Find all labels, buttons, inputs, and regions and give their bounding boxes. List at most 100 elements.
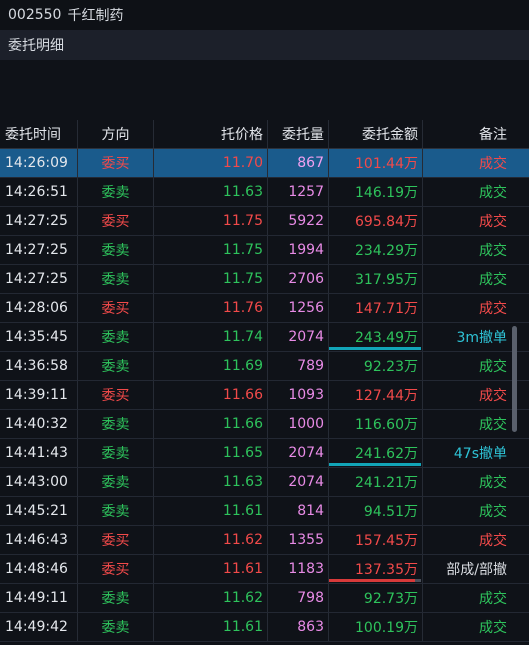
cell-time-text: 14:46:43 bbox=[5, 532, 68, 548]
cell-direction: 委买 bbox=[78, 526, 154, 554]
cell-time-text: 14:40:32 bbox=[5, 416, 68, 432]
scrollbar[interactable] bbox=[512, 326, 517, 432]
order-table: 委托时间 方向 托价格 委托量 委托金额 备注 14:26:09 委买 11.70 8… bbox=[0, 120, 529, 642]
cell-note-text: 3m撤单 bbox=[456, 330, 507, 346]
col-header-time[interactable]: 委托时间 bbox=[0, 120, 78, 148]
cell-amount-text: 317.95万 bbox=[355, 272, 418, 288]
table-row[interactable]: 14:46:43 委买 11.62 1355 157.45万 成交 bbox=[0, 526, 529, 555]
cell-amount: 241.62万 bbox=[329, 439, 423, 467]
cell-direction: 委买 bbox=[78, 149, 154, 177]
cell-quantity-text: 2074 bbox=[288, 445, 324, 461]
cell-quantity-text: 2074 bbox=[288, 474, 324, 490]
cell-time: 14:27:25 bbox=[0, 265, 78, 293]
cell-direction-text: 委买 bbox=[101, 533, 130, 549]
cell-direction: 委买 bbox=[78, 381, 154, 409]
table-row[interactable]: 14:49:42 委卖 11.61 863 100.19万 成交 bbox=[0, 613, 529, 642]
cell-price: 11.63 bbox=[154, 468, 268, 496]
cell-direction-text: 委卖 bbox=[101, 475, 130, 491]
cell-time-text: 14:48:46 bbox=[5, 561, 68, 577]
table-row[interactable]: 14:26:51 委卖 11.63 1257 146.19万 成交 bbox=[0, 178, 529, 207]
partial-fill-bar-remainder bbox=[415, 579, 421, 582]
cell-direction: 委买 bbox=[78, 207, 154, 235]
cell-direction: 委买 bbox=[78, 294, 154, 322]
cell-time-text: 14:26:51 bbox=[5, 184, 68, 200]
table-row[interactable]: 14:41:43 委卖 11.65 2074 241.62万 47s撤单 bbox=[0, 439, 529, 468]
table-row[interactable]: 14:48:46 委买 11.61 1183 137.35万 部成/部撤 bbox=[0, 555, 529, 584]
cell-note-text: 成交 bbox=[479, 388, 507, 404]
cell-note: 部成/部撤 bbox=[423, 555, 519, 583]
table-row[interactable]: 14:27:25 委卖 11.75 1994 234.29万 成交 bbox=[0, 236, 529, 265]
cell-note: 成交 bbox=[423, 265, 519, 293]
cell-direction-text: 委买 bbox=[101, 388, 130, 404]
cell-direction: 委卖 bbox=[78, 410, 154, 438]
cell-price: 11.65 bbox=[154, 439, 268, 467]
cell-note: 成交 bbox=[423, 207, 519, 235]
cell-price-text: 11.62 bbox=[222, 532, 263, 548]
cell-price-text: 11.75 bbox=[222, 242, 263, 258]
cell-amount: 137.35万 bbox=[329, 555, 423, 583]
table-row[interactable]: 14:28:06 委买 11.76 1256 147.71万 成交 bbox=[0, 294, 529, 323]
table-row[interactable]: 14:36:58 委卖 11.69 789 92.23万 成交 bbox=[0, 352, 529, 381]
cell-note: 成交 bbox=[423, 294, 519, 322]
cell-note-text: 成交 bbox=[479, 272, 507, 288]
cell-quantity: 2074 bbox=[268, 439, 329, 467]
cell-amount: 92.23万 bbox=[329, 352, 423, 380]
table-row[interactable]: 14:35:45 委卖 11.74 2074 243.49万 3m撤单 bbox=[0, 323, 529, 352]
col-header-direction[interactable]: 方向 bbox=[78, 120, 154, 148]
cell-price-text: 11.69 bbox=[222, 358, 263, 374]
cell-price: 11.75 bbox=[154, 207, 268, 235]
table-row[interactable]: 14:40:32 委卖 11.66 1000 116.60万 成交 bbox=[0, 410, 529, 439]
cell-note-text: 成交 bbox=[479, 359, 507, 375]
cell-quantity: 1000 bbox=[268, 410, 329, 438]
cell-price: 11.62 bbox=[154, 526, 268, 554]
stock-name: 千红制药 bbox=[67, 8, 124, 24]
cell-note-text: 成交 bbox=[479, 475, 507, 491]
cell-amount-text: 234.29万 bbox=[355, 243, 418, 259]
cell-direction: 委卖 bbox=[78, 236, 154, 264]
cell-time: 14:39:11 bbox=[0, 381, 78, 409]
cell-direction: 委买 bbox=[78, 555, 154, 583]
cell-price: 11.66 bbox=[154, 410, 268, 438]
cell-direction-text: 委卖 bbox=[101, 446, 130, 462]
cell-direction-text: 委卖 bbox=[101, 243, 130, 259]
col-header-amount[interactable]: 委托金额 bbox=[329, 120, 423, 148]
table-row[interactable]: 14:27:25 委卖 11.75 2706 317.95万 成交 bbox=[0, 265, 529, 294]
cell-quantity: 1183 bbox=[268, 555, 329, 583]
title-bar[interactable]: 002550 千红制药 bbox=[0, 0, 529, 30]
col-header-quantity[interactable]: 委托量 bbox=[268, 120, 329, 148]
cell-price-text: 11.66 bbox=[222, 416, 263, 432]
cell-time: 14:28:06 bbox=[0, 294, 78, 322]
table-row[interactable]: 14:43:00 委卖 11.63 2074 241.21万 成交 bbox=[0, 468, 529, 497]
cell-note-text: 成交 bbox=[479, 591, 507, 607]
table-row[interactable]: 14:39:11 委买 11.66 1093 127.44万 成交 bbox=[0, 381, 529, 410]
cell-direction: 委卖 bbox=[78, 613, 154, 641]
cell-amount: 695.84万 bbox=[329, 207, 423, 235]
cell-quantity: 2074 bbox=[268, 468, 329, 496]
order-detail-window: 002550 千红制药 委托明细 - 委托时间 方向 托价格 委托量 委托金额 … bbox=[0, 0, 529, 645]
cell-note: 成交 bbox=[423, 236, 519, 264]
col-header-price[interactable]: 托价格 bbox=[154, 120, 268, 148]
cell-price-text: 11.62 bbox=[222, 590, 263, 606]
cell-quantity-text: 1000 bbox=[288, 416, 324, 432]
cell-note: 成交 bbox=[423, 613, 519, 641]
cell-amount-text: 92.73万 bbox=[363, 591, 418, 607]
cell-quantity: 1355 bbox=[268, 526, 329, 554]
cell-quantity-text: 789 bbox=[297, 358, 324, 374]
cell-price: 11.61 bbox=[154, 613, 268, 641]
cell-note: 成交 bbox=[423, 584, 519, 612]
cell-direction-text: 委卖 bbox=[101, 185, 130, 201]
cell-price-text: 11.63 bbox=[222, 474, 263, 490]
cell-quantity: 789 bbox=[268, 352, 329, 380]
cell-quantity: 1093 bbox=[268, 381, 329, 409]
cell-note-text: 成交 bbox=[479, 243, 507, 259]
cell-amount-text: 137.35万 bbox=[355, 562, 418, 578]
col-header-note[interactable]: 备注 bbox=[423, 120, 519, 148]
cell-quantity-text: 1994 bbox=[288, 242, 324, 258]
cell-price-text: 11.61 bbox=[222, 619, 263, 635]
table-row[interactable]: 14:27:25 委买 11.75 5922 695.84万 成交 bbox=[0, 207, 529, 236]
table-row[interactable]: 14:26:09 委买 11.70 867 101.44万 成交 bbox=[0, 149, 529, 178]
panel-header: 委托明细 bbox=[0, 30, 529, 60]
table-row[interactable]: 14:45:21 委卖 11.61 814 94.51万 成交 bbox=[0, 497, 529, 526]
cell-time-text: 14:27:25 bbox=[5, 213, 68, 229]
table-row[interactable]: 14:49:11 委卖 11.62 798 92.73万 成交 bbox=[0, 584, 529, 613]
